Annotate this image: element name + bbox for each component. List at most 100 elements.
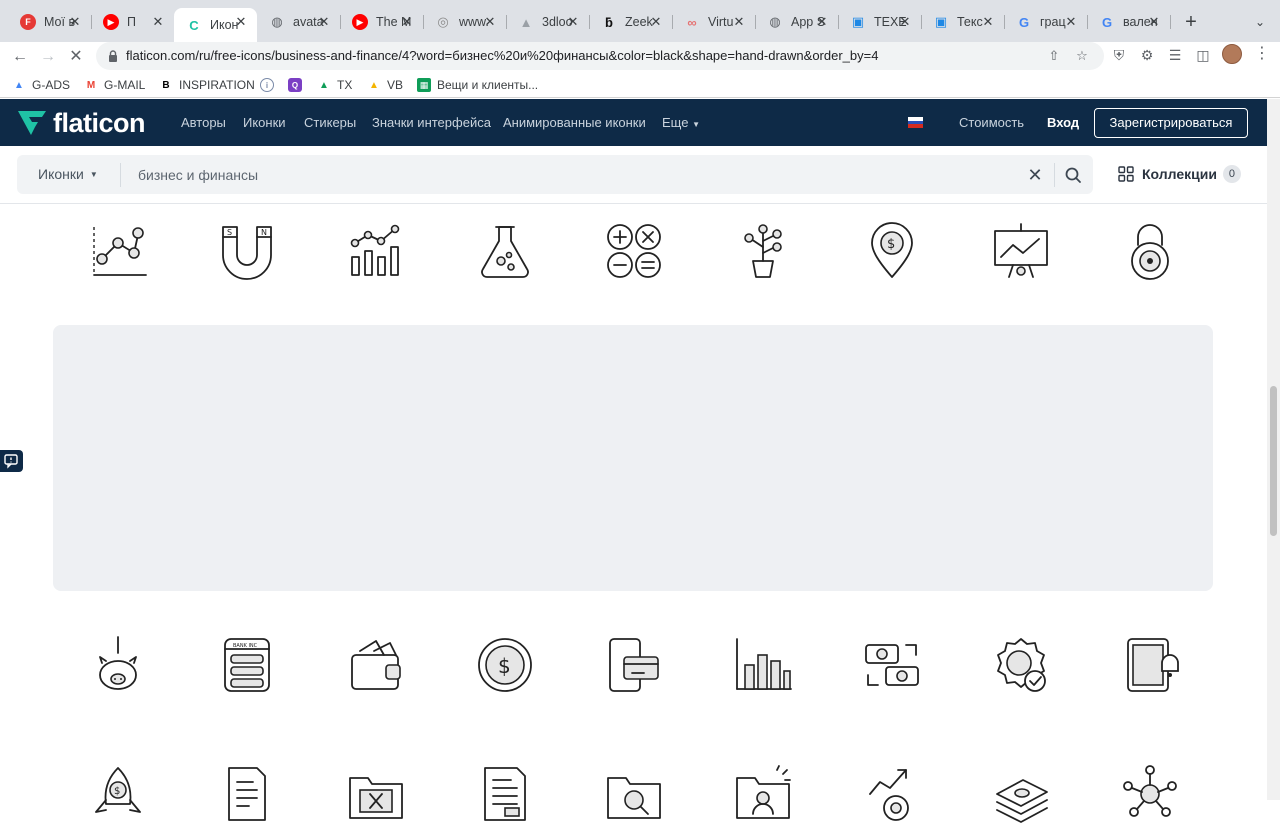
side-panel-icon[interactable]: ◫ bbox=[1194, 46, 1212, 64]
browser-tab[interactable]: ▶ The M ✕ bbox=[340, 8, 424, 36]
caret-down-icon: ▼ bbox=[89, 169, 98, 179]
svg-text:N: N bbox=[261, 228, 267, 237]
nav-authors[interactable]: Авторы bbox=[181, 115, 226, 130]
tab-close-icon[interactable]: ✕ bbox=[233, 14, 249, 30]
bar-chart-icon[interactable] bbox=[733, 635, 793, 695]
molecule-graph-icon[interactable] bbox=[88, 221, 148, 281]
bank-card-icon[interactable]: BANK INC bbox=[217, 635, 277, 695]
tab-close-icon[interactable]: ✕ bbox=[399, 14, 415, 30]
piggy-bank-icon[interactable] bbox=[88, 635, 148, 695]
tab-close-icon[interactable]: ✕ bbox=[980, 14, 996, 30]
folder-user-icon[interactable] bbox=[733, 764, 793, 824]
folder-remove-icon[interactable] bbox=[346, 764, 406, 824]
clear-search-icon[interactable]: ✕ bbox=[1024, 163, 1046, 187]
bookmark-app[interactable]: Q bbox=[288, 76, 308, 94]
tab-close-icon[interactable]: ✕ bbox=[482, 14, 498, 30]
wallet-icon[interactable] bbox=[346, 635, 406, 695]
bookmark-star-icon[interactable]: ☆ bbox=[1073, 47, 1091, 65]
invoice-icon[interactable] bbox=[475, 764, 535, 824]
browser-tab[interactable]: ◎ www. ✕ bbox=[423, 8, 507, 36]
nav-animated-icons[interactable]: Анимированные иконки bbox=[503, 115, 646, 130]
share-icon[interactable]: ⇧ bbox=[1045, 47, 1063, 65]
media-control-icon[interactable]: ☰ bbox=[1166, 46, 1184, 64]
signup-button[interactable]: Зарегистрироваться bbox=[1094, 108, 1248, 138]
bookmark-sheets[interactable]: ▦ Вещи и клиенты... bbox=[417, 76, 538, 94]
search-icon[interactable] bbox=[1062, 163, 1084, 187]
collections-button[interactable]: Коллекции 0 bbox=[1118, 165, 1241, 183]
tab-close-icon[interactable]: ✕ bbox=[814, 14, 830, 30]
bookmark-g-ads[interactable]: ▲ G-ADS bbox=[12, 76, 70, 94]
browser-tab[interactable]: ◍ avata ✕ bbox=[257, 8, 341, 36]
bookmark-vb[interactable]: ▲ VB bbox=[367, 76, 403, 94]
bookmark-inspiration[interactable]: B INSPIRATION bbox=[159, 76, 254, 94]
nav-interface-icons[interactable]: Значки интерфейса bbox=[372, 115, 491, 130]
tab-close-icon[interactable]: ✕ bbox=[897, 14, 913, 30]
search-type-dropdown[interactable]: Иконки ▼ bbox=[38, 166, 98, 182]
tab-close-icon[interactable]: ✕ bbox=[648, 14, 664, 30]
browser-tab[interactable]: ◍ App S ✕ bbox=[755, 8, 839, 36]
money-exchange-icon[interactable] bbox=[862, 635, 922, 695]
browser-tab[interactable]: ▣ Текс ✕ bbox=[921, 8, 1005, 36]
combination-lock-icon[interactable] bbox=[1120, 221, 1180, 281]
lock-icon bbox=[109, 50, 117, 62]
profile-avatar[interactable] bbox=[1222, 44, 1242, 64]
browser-tab[interactable]: ▲ 3dloo ✕ bbox=[506, 8, 590, 36]
tab-close-icon[interactable]: ✕ bbox=[1146, 14, 1162, 30]
nav-pricing[interactable]: Стоимость bbox=[959, 115, 1024, 130]
address-bar[interactable]: flaticon.com/ru/free-icons/business-and-… bbox=[96, 42, 1104, 70]
browser-tab[interactable]: ƃ Zeek ✕ bbox=[589, 8, 673, 36]
math-operations-icon[interactable] bbox=[604, 221, 664, 281]
growth-gear-icon[interactable] bbox=[862, 764, 922, 824]
document-icon[interactable] bbox=[217, 764, 277, 824]
nav-icons[interactable]: Иконки bbox=[243, 115, 286, 130]
browser-tab[interactable]: Gвален ✕ bbox=[1087, 8, 1171, 36]
tab-close-icon[interactable]: ✕ bbox=[565, 14, 581, 30]
language-flag-icon[interactable] bbox=[908, 117, 923, 128]
nav-stickers[interactable]: Стикеры bbox=[304, 115, 356, 130]
money-stack-icon[interactable] bbox=[991, 764, 1051, 824]
browser-menu-icon[interactable]: ⋮ bbox=[1254, 44, 1270, 64]
ads-icon: ▲ bbox=[14, 79, 24, 91]
browser-tab[interactable]: ▶ П ✕ bbox=[91, 8, 175, 36]
tab-search-chevron-icon[interactable]: ⌄ bbox=[1250, 12, 1270, 32]
idea-network-icon[interactable] bbox=[1120, 764, 1180, 824]
reload-stop-icon[interactable]: ✕ bbox=[64, 45, 88, 69]
rocket-money-icon[interactable]: $ bbox=[88, 764, 148, 824]
location-dollar-icon[interactable]: $ bbox=[862, 221, 922, 281]
flaticon-logo[interactable]: flaticon bbox=[17, 108, 146, 138]
tab-close-icon[interactable]: ✕ bbox=[1063, 14, 1079, 30]
tablet-notification-icon[interactable] bbox=[1120, 635, 1180, 695]
folder-search-icon[interactable] bbox=[604, 764, 664, 824]
tab-close-icon[interactable]: ✕ bbox=[316, 14, 332, 30]
browser-tab[interactable]: ▣ TEXE ✕ bbox=[838, 8, 922, 36]
bar-chart-nodes-icon[interactable] bbox=[346, 221, 406, 281]
browser-tab[interactable]: ∞ Virtu ✕ bbox=[672, 8, 756, 36]
presentation-board-icon[interactable] bbox=[991, 221, 1051, 281]
scrollbar-thumb[interactable] bbox=[1270, 386, 1277, 536]
bookmark-g-mail[interactable]: M G-MAIL bbox=[84, 76, 146, 94]
magnet-icon[interactable]: SN bbox=[217, 221, 277, 281]
bookmark-tx[interactable]: ▲ TX bbox=[317, 76, 352, 94]
login-link[interactable]: Вход bbox=[1047, 115, 1079, 130]
tab-close-icon[interactable]: ✕ bbox=[731, 14, 747, 30]
mobile-payment-icon[interactable] bbox=[604, 635, 664, 695]
bookmark-info[interactable]: i bbox=[260, 76, 280, 94]
new-tab-button[interactable]: + bbox=[1180, 11, 1202, 33]
nav-more[interactable]: Еще ▼ bbox=[662, 115, 700, 130]
feedback-button[interactable] bbox=[0, 450, 23, 472]
forward-arrow-icon[interactable]: → bbox=[36, 45, 60, 69]
shield-extension-icon[interactable]: ⛨ bbox=[1110, 46, 1128, 64]
back-arrow-icon[interactable]: ← bbox=[8, 45, 32, 69]
quality-badge-icon[interactable] bbox=[991, 635, 1051, 695]
browser-tab[interactable]: F Мої в ✕ bbox=[8, 8, 92, 36]
extensions-puzzle-icon[interactable]: ⚙ bbox=[1138, 46, 1156, 64]
flask-icon[interactable] bbox=[475, 221, 535, 281]
cube-favicon-icon: ▣ bbox=[934, 14, 948, 29]
tab-close-icon[interactable]: ✕ bbox=[150, 14, 166, 30]
browser-tab[interactable]: Gграц ✕ bbox=[1004, 8, 1088, 36]
dollar-coin-icon[interactable]: $ bbox=[475, 635, 535, 695]
browser-tab[interactable]: C Икон ✕ bbox=[174, 8, 257, 42]
money-plant-icon[interactable] bbox=[733, 221, 793, 281]
tab-close-icon[interactable]: ✕ bbox=[67, 14, 83, 30]
search-input[interactable] bbox=[138, 163, 1018, 187]
